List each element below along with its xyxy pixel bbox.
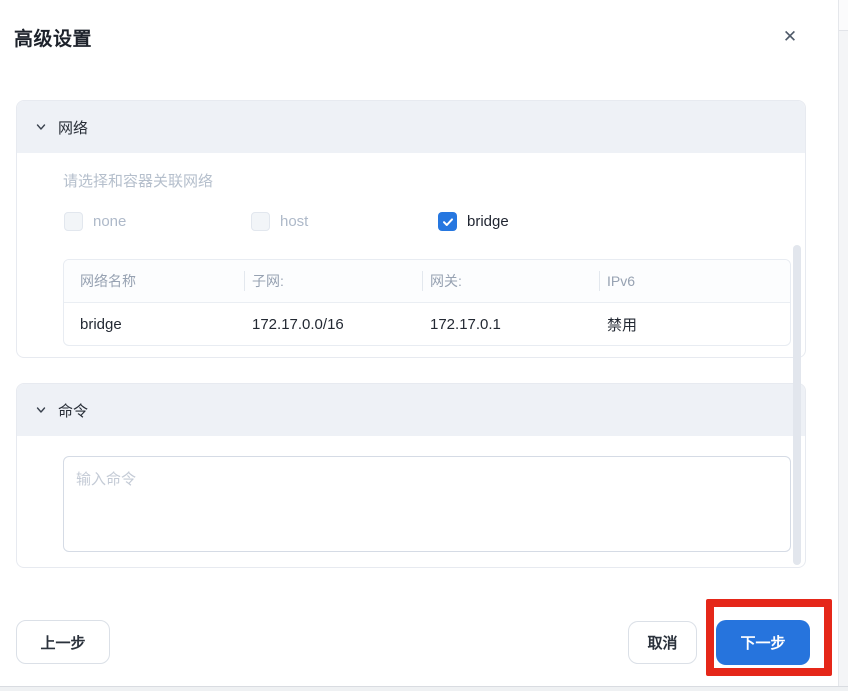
- cell-ipv6: 禁用: [599, 314, 791, 335]
- chevron-down-icon: [35, 404, 47, 416]
- page-bottom-edge: [0, 686, 848, 691]
- col-header-ipv6: IPv6: [599, 273, 791, 289]
- cell-gateway: 172.17.0.1: [422, 316, 599, 333]
- checkbox-none: [64, 212, 83, 231]
- page-scrollbar-track[interactable]: [838, 0, 848, 691]
- network-table: 网络名称 子网: 网关: IPv6 bridge 172.17.0.0/16 1…: [63, 259, 791, 346]
- network-option-bridge[interactable]: bridge: [438, 212, 625, 231]
- network-options-row: none host bridge: [64, 212, 625, 231]
- close-icon[interactable]: ✕: [777, 24, 803, 50]
- command-panel: 命令: [16, 383, 806, 568]
- col-header-subnet: 子网:: [244, 271, 422, 291]
- network-hint-text: 请选择和容器关联网络: [63, 170, 213, 191]
- dialog-scrollbar-thumb[interactable]: [793, 245, 801, 565]
- page-title: 高级设置: [14, 24, 92, 51]
- table-header-row: 网络名称 子网: 网关: IPv6: [64, 260, 790, 303]
- network-option-none: none: [64, 212, 251, 231]
- network-panel: 网络 请选择和容器关联网络 none host bridge 网络名称 子: [16, 100, 806, 358]
- checkbox-bridge-checked[interactable]: [438, 212, 457, 231]
- cancel-button[interactable]: 取消: [628, 621, 697, 664]
- network-panel-header[interactable]: 网络: [17, 101, 805, 153]
- command-panel-header[interactable]: 命令: [17, 384, 805, 436]
- cell-subnet: 172.17.0.0/16: [244, 316, 422, 333]
- previous-step-button[interactable]: 上一步: [16, 620, 110, 664]
- network-panel-title: 网络: [58, 117, 88, 138]
- page-scrollbar-cap: [839, 0, 848, 31]
- command-input[interactable]: [63, 456, 791, 552]
- col-header-gateway: 网关:: [422, 271, 599, 291]
- checkbox-host: [251, 212, 270, 231]
- command-panel-title: 命令: [58, 400, 88, 421]
- table-row: bridge 172.17.0.0/16 172.17.0.1 禁用: [64, 303, 790, 345]
- checkmark-icon: [442, 216, 454, 228]
- col-header-network-name: 网络名称: [64, 271, 244, 291]
- advanced-settings-dialog: 高级设置 ✕ 网络 请选择和容器关联网络 none host brid: [0, 0, 848, 691]
- network-option-host: host: [251, 212, 438, 231]
- chevron-down-icon: [35, 121, 47, 133]
- next-step-button[interactable]: 下一步: [716, 620, 810, 665]
- cell-network-name: bridge: [64, 316, 244, 333]
